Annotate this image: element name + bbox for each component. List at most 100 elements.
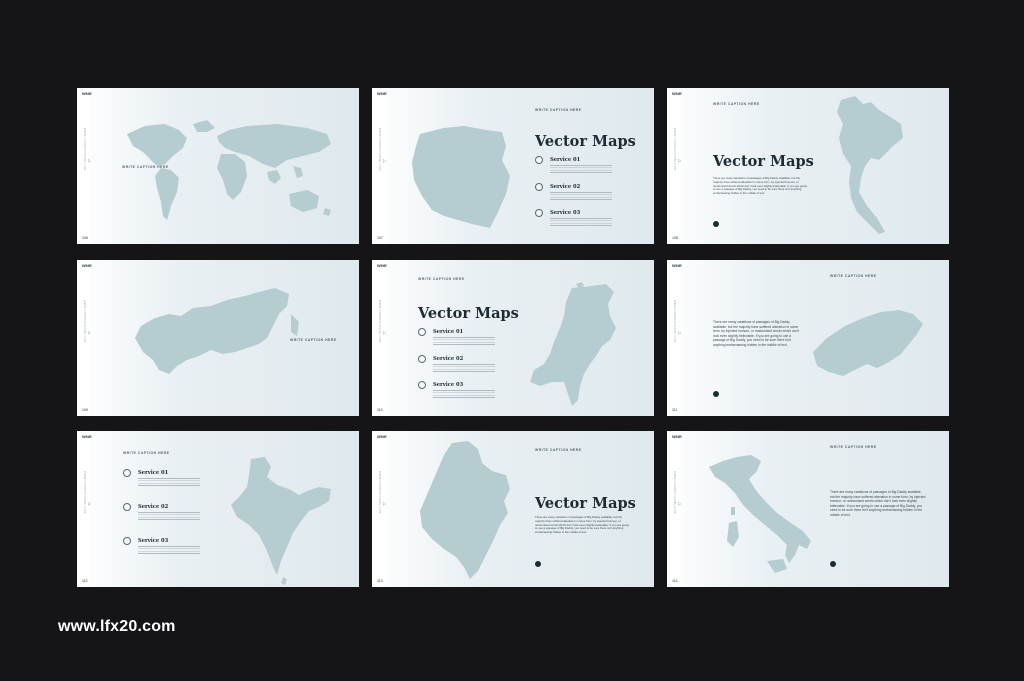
flag-icon: ⚐ xyxy=(382,331,387,337)
slide-title: Vector Maps xyxy=(713,153,814,170)
description-paragraph: There are many variations of passages of… xyxy=(830,490,926,517)
description-paragraph: There are many variations of passages of… xyxy=(535,516,629,535)
flag-icon: ⚐ xyxy=(677,159,682,165)
brand-logo: WNE xyxy=(82,434,92,439)
netherlands-map-slide[interactable]: WNE WWW.COMPANYNAME.COM ⚐ 110 WRITE CAPT… xyxy=(372,260,654,416)
service-title: Service 02 xyxy=(433,356,464,362)
vertical-url: WWW.COMPANYNAME.COM xyxy=(378,471,381,514)
service-title: Service 02 xyxy=(138,504,169,510)
thailand-map-slide[interactable]: WNE WWW.COMPANYNAME.COM ⚐ 108 WRITE CAPT… xyxy=(667,88,949,244)
world-map-slide[interactable]: WNE WWW.COMPANYNAME.COM ⚐ 106 WRITE CAPT… xyxy=(77,88,359,244)
service-icon xyxy=(123,503,131,511)
poland-map xyxy=(412,126,510,228)
russia-map xyxy=(135,288,299,374)
caption: WRITE CAPTION HERE xyxy=(535,108,582,112)
flag-icon: ⚐ xyxy=(87,331,92,337)
service-icon xyxy=(418,355,426,363)
service-text-lines xyxy=(550,192,612,201)
service-title: Service 03 xyxy=(433,382,464,388)
vertical-url: WWW.COMPANYNAME.COM xyxy=(673,471,676,514)
service-text-lines xyxy=(433,337,495,346)
bullet-dot xyxy=(535,561,541,567)
brand-logo: WNE xyxy=(377,263,387,268)
page-number: 106 xyxy=(82,236,88,240)
vertical-url: WWW.COMPANYNAME.COM xyxy=(83,128,86,171)
service-title: Service 01 xyxy=(433,329,464,335)
watermark-url: www.lfx20.com xyxy=(58,618,176,635)
vertical-url: WWW.COMPANYNAME.COM xyxy=(83,471,86,514)
flag-icon: ⚐ xyxy=(677,331,682,337)
service-icon xyxy=(535,183,543,191)
service-title: Service 01 xyxy=(550,157,581,163)
service-icon xyxy=(535,209,543,217)
caption: WRITE CAPTION HERE xyxy=(535,448,582,452)
brand-logo: WNE xyxy=(672,91,682,96)
page-number: 111 xyxy=(672,408,678,412)
slide-title: Vector Maps xyxy=(535,495,636,512)
colombia-map xyxy=(420,441,510,579)
bullet-dot xyxy=(830,561,836,567)
slide-title: Vector Maps xyxy=(418,305,519,322)
service-text-lines xyxy=(138,546,200,555)
service-icon xyxy=(123,537,131,545)
service-icon xyxy=(123,469,131,477)
brand-logo: WNE xyxy=(82,263,92,268)
page-number: 114 xyxy=(672,579,678,583)
italy-map xyxy=(709,455,811,573)
vertical-url: WWW.COMPANYNAME.COM xyxy=(378,128,381,171)
page-number: 110 xyxy=(377,408,383,412)
caption: WRITE CAPTION HERE xyxy=(123,451,170,455)
service-title: Service 01 xyxy=(138,470,169,476)
vertical-url: WWW.COMPANYNAME.COM xyxy=(673,128,676,171)
brand-logo: WNE xyxy=(377,434,387,439)
flag-icon: ⚐ xyxy=(87,502,92,508)
thailand-map xyxy=(837,96,903,234)
netherlands-map xyxy=(530,282,616,406)
service-text-lines xyxy=(138,478,200,487)
brand-logo: WNE xyxy=(672,263,682,268)
flag-icon: ⚐ xyxy=(382,502,387,508)
india-map-slide[interactable]: WNE WWW.COMPANYNAME.COM ⚐ 112 WRITE CAPT… xyxy=(77,431,359,587)
flag-icon: ⚐ xyxy=(87,159,92,165)
caption: WRITE CAPTION HERE xyxy=(830,445,877,449)
service-title: Service 03 xyxy=(138,538,169,544)
bullet-dot xyxy=(713,391,719,397)
description-paragraph: There are many variations of passages of… xyxy=(713,320,800,347)
service-title: Service 03 xyxy=(550,210,581,216)
brand-logo: WNE xyxy=(377,91,387,96)
service-text-lines xyxy=(550,165,612,174)
page-number: 112 xyxy=(82,579,88,583)
service-icon xyxy=(418,381,426,389)
service-text-lines xyxy=(433,390,495,399)
world-map xyxy=(127,120,331,220)
italy-map-slide[interactable]: WNE WWW.COMPANYNAME.COM ⚐ 114 WRITE CAPT… xyxy=(667,431,949,587)
page-number: 108 xyxy=(672,236,678,240)
vertical-url: WWW.COMPANYNAME.COM xyxy=(673,300,676,343)
caption: WRITE CAPTION HERE xyxy=(418,277,465,281)
flag-icon: ⚐ xyxy=(677,502,682,508)
page-number: 107 xyxy=(377,236,383,240)
russia-map-slide[interactable]: WNE WWW.COMPANYNAME.COM ⚐ 109 WRITE CAPT… xyxy=(77,260,359,416)
service-title: Service 02 xyxy=(550,184,581,190)
colombia-map-slide[interactable]: WNE WWW.COMPANYNAME.COM ⚐ 113 WRITE CAPT… xyxy=(372,431,654,587)
service-text-lines xyxy=(433,364,495,373)
page-number: 109 xyxy=(82,408,88,412)
bullet-dot xyxy=(713,221,719,227)
poland-map-slide[interactable]: WNE WWW.COMPANYNAME.COM ⚐ 107 WRITE CAPT… xyxy=(372,88,654,244)
slide-title: Vector Maps xyxy=(535,133,636,150)
switzerland-map xyxy=(813,310,923,376)
vertical-url: WWW.COMPANYNAME.COM xyxy=(83,300,86,343)
brand-logo: WNE xyxy=(672,434,682,439)
caption: WRITE CAPTION HERE xyxy=(830,274,877,278)
flag-icon: ⚐ xyxy=(382,159,387,165)
switzerland-map-slide[interactable]: WNE WWW.COMPANYNAME.COM ⚐ 111 WRITE CAPT… xyxy=(667,260,949,416)
caption: WRITE CAPTION HERE xyxy=(713,102,760,106)
brand-logo: WNE xyxy=(82,91,92,96)
description-paragraph: There are many variations of passages of… xyxy=(713,177,807,196)
service-icon xyxy=(418,328,426,336)
service-text-lines xyxy=(550,218,612,227)
vertical-url: WWW.COMPANYNAME.COM xyxy=(378,300,381,343)
page-number: 113 xyxy=(377,579,383,583)
service-text-lines xyxy=(138,512,200,521)
service-icon xyxy=(535,156,543,164)
